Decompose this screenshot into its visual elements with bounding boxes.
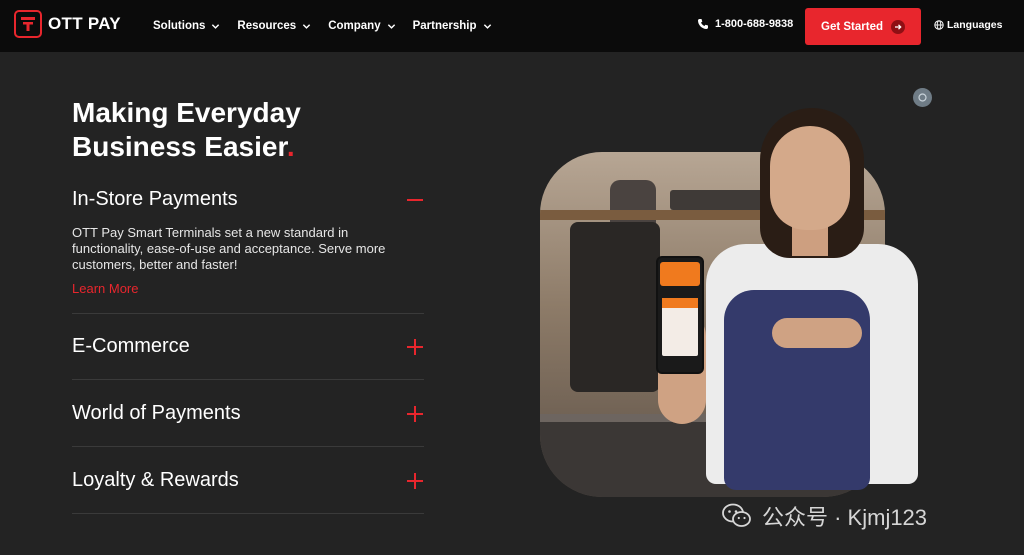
floating-badge-icon[interactable]	[913, 88, 932, 107]
brand-name: OTT PAY	[48, 14, 121, 33]
top-navigation: OTT PAY Solutions Resources Company Part…	[0, 0, 1024, 52]
accordion-item-e-commerce: E-Commerce	[72, 335, 424, 358]
menu-item-solutions[interactable]: Solutions	[153, 20, 220, 32]
ott-pay-logo-icon	[14, 10, 42, 38]
hero-title: Making Everyday Business Easier.	[72, 96, 392, 164]
minus-icon	[407, 192, 423, 208]
phone-link[interactable]: 1-800-688-9838	[697, 18, 793, 30]
chevron-down-icon	[387, 23, 395, 29]
menu-item-label: Solutions	[153, 20, 206, 32]
menu-item-partnership[interactable]: Partnership	[413, 20, 492, 32]
menu-item-label: Resources	[237, 20, 297, 32]
accordion-item-world-of-payments: World of Payments	[72, 402, 424, 425]
wechat-icon	[722, 503, 751, 527]
accordion-description: OTT Pay Smart Terminals set a new standa…	[72, 225, 386, 272]
accordion-title: World of Payments	[72, 402, 241, 424]
accordion-divider	[72, 313, 424, 314]
accordion-title: Loyalty & Rewards	[72, 469, 239, 491]
barista-pointing-hand	[772, 318, 862, 348]
accordion-header-in-store-payments[interactable]: In-Store Payments	[72, 188, 424, 211]
chevron-down-icon	[483, 23, 491, 29]
plus-icon	[407, 338, 423, 355]
phone-icon	[698, 19, 708, 29]
arrow-right-icon	[891, 19, 905, 34]
accordion-header-loyalty-rewards[interactable]: Loyalty & Rewards	[72, 469, 424, 492]
get-started-label: Get Started	[821, 20, 883, 33]
phone-number: 1-800-688-9838	[715, 18, 794, 30]
globe-icon	[934, 20, 944, 30]
plus-icon	[407, 472, 423, 489]
accordion-divider	[72, 379, 424, 380]
accordion-divider	[72, 446, 424, 447]
hero-title-line1: Making Everyday	[72, 97, 301, 128]
languages-label: Languages	[947, 19, 1003, 31]
chevron-down-icon	[212, 23, 220, 29]
brand-logo[interactable]: OTT PAY	[14, 10, 121, 38]
accordion-title: E-Commerce	[72, 335, 190, 357]
chevron-down-icon	[303, 23, 311, 29]
accordion-item-loyalty-rewards: Loyalty & Rewards	[72, 469, 424, 492]
accordion-divider	[72, 513, 424, 514]
accordion-item-in-store-payments: In-Store Payments OTT Pay Smart Terminal…	[72, 188, 424, 298]
smart-terminal-device	[656, 256, 704, 374]
terminal-screen	[662, 298, 698, 356]
menu-item-label: Partnership	[412, 20, 477, 32]
main-menu: Solutions Resources Company Partnership	[153, 0, 509, 52]
menu-item-company[interactable]: Company	[328, 20, 395, 32]
watermark: 公众号 · Kjmj123	[722, 500, 927, 532]
accordion-header-world-of-payments[interactable]: World of Payments	[72, 402, 424, 425]
barista-face	[770, 126, 850, 230]
menu-item-resources[interactable]: Resources	[237, 20, 311, 32]
hero-title-line2: Business Easier	[72, 131, 287, 162]
accordion-header-e-commerce[interactable]: E-Commerce	[72, 335, 424, 358]
watermark-text: 公众号 · Kjmj123	[762, 505, 928, 530]
espresso-machine	[570, 222, 660, 392]
accordion-title: In-Store Payments	[72, 188, 238, 210]
plus-icon	[407, 405, 423, 422]
get-started-button[interactable]: Get Started	[805, 8, 921, 45]
terminal-display-top	[660, 262, 700, 286]
menu-item-label: Company	[328, 20, 381, 32]
hero-title-dot: .	[286, 131, 295, 162]
learn-more-link[interactable]: Learn More	[72, 281, 138, 296]
languages-selector[interactable]: Languages	[934, 19, 1002, 31]
